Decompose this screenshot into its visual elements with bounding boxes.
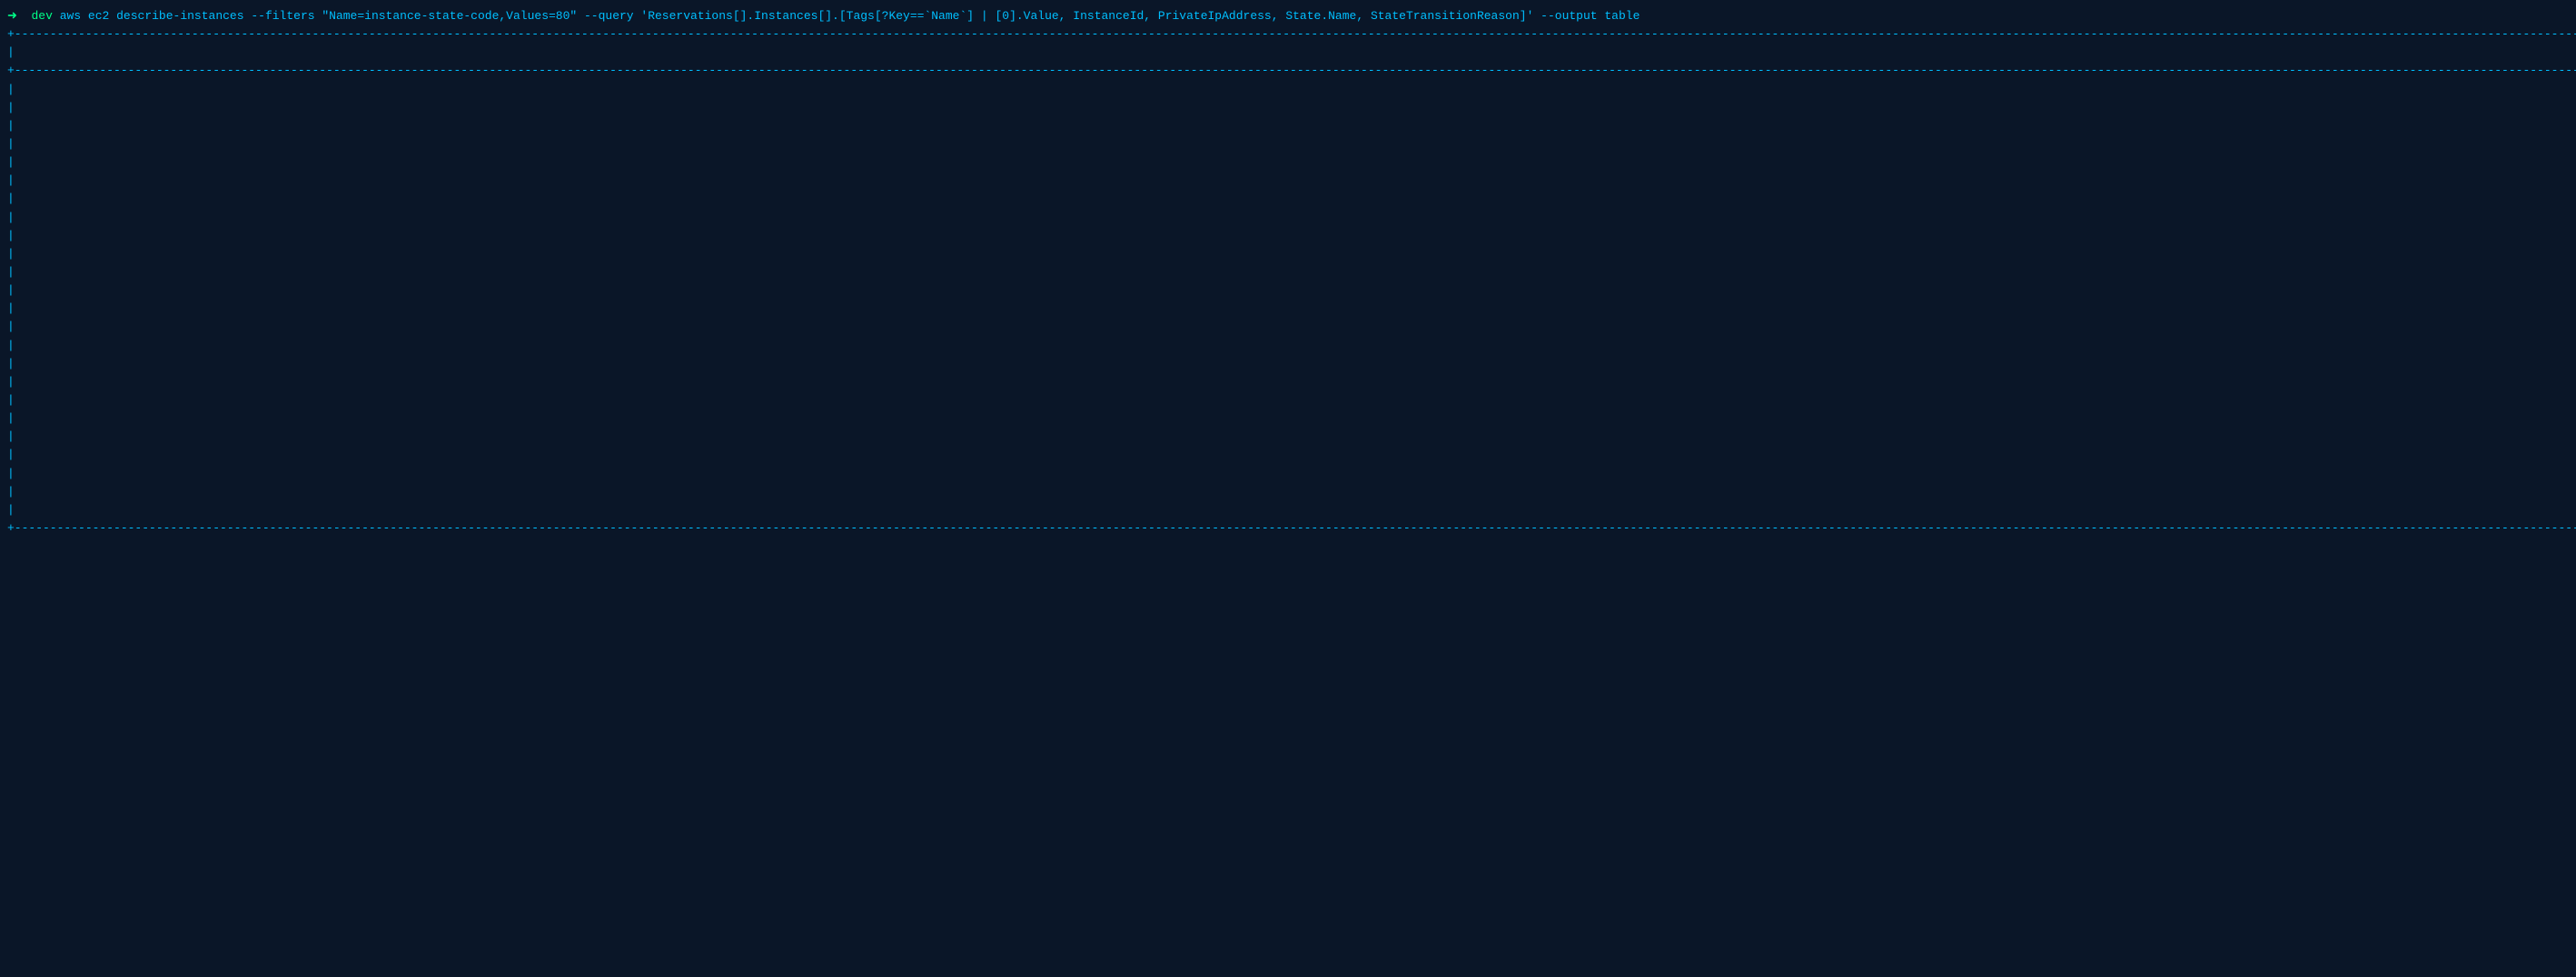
terminal: ➜ dev aws ec2 describe-instances --filte… [0,0,2576,545]
terminal-content: ➜ dev aws ec2 describe-instances --filte… [0,0,2576,545]
